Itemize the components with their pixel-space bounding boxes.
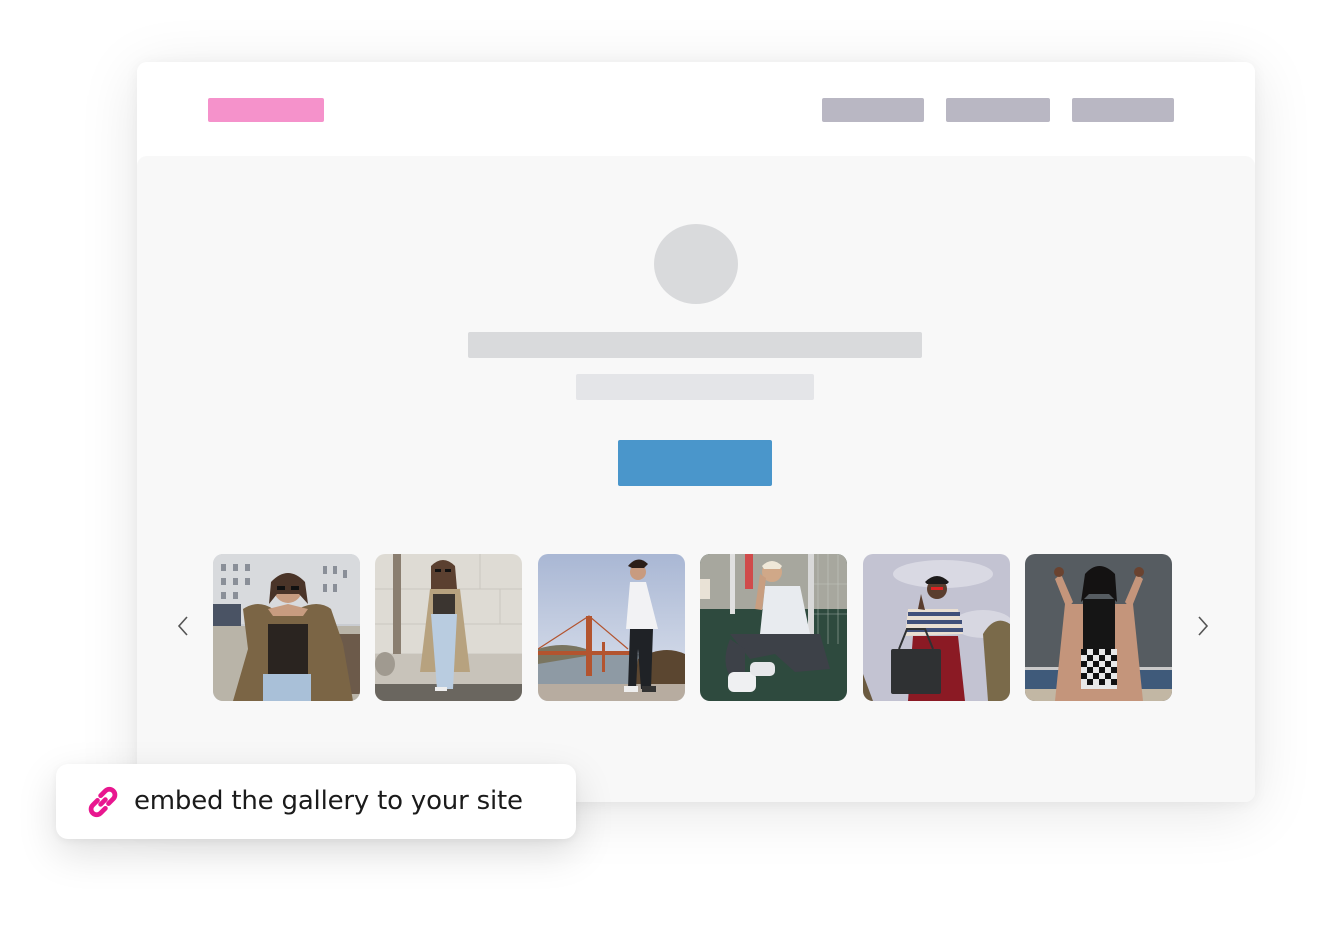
avatar (654, 224, 738, 304)
title-placeholder (468, 332, 922, 358)
gallery-photo-6[interactable] (1025, 554, 1172, 701)
photo-woman-striped-top-handbag (863, 554, 1010, 701)
page-content (137, 156, 1255, 802)
link-icon (88, 786, 118, 818)
logo-placeholder[interactable] (208, 98, 324, 122)
browser-window-mockup (137, 62, 1255, 802)
gallery-photo-3[interactable] (538, 554, 685, 701)
photo-woman-sitting-turf (700, 554, 847, 701)
embed-gallery-badge[interactable]: embed the gallery to your site (56, 764, 576, 839)
gallery-photo-5[interactable] (863, 554, 1010, 701)
embed-badge-label: embed the gallery to your site (134, 786, 523, 816)
photo-woman-beige-coat-wall (375, 554, 522, 701)
photo-woman-trench-coat-city (213, 554, 360, 701)
chevron-right-icon (1198, 616, 1209, 636)
site-header (137, 62, 1255, 156)
gallery-prev-button[interactable] (171, 610, 195, 642)
gallery-photo-4[interactable] (700, 554, 847, 701)
gallery-photo-1[interactable] (213, 554, 360, 701)
photo-woman-tan-coat-checkered-skirt (1025, 554, 1172, 701)
chevron-left-icon (177, 616, 188, 636)
nav-item-2[interactable] (946, 98, 1050, 122)
nav-item-1[interactable] (822, 98, 924, 122)
cta-button[interactable] (618, 440, 772, 486)
photo-man-golden-gate-bridge (538, 554, 685, 701)
gallery-next-button[interactable] (1191, 610, 1215, 642)
gallery-photo-2[interactable] (375, 554, 522, 701)
subtitle-placeholder (576, 374, 814, 400)
nav-item-3[interactable] (1072, 98, 1174, 122)
